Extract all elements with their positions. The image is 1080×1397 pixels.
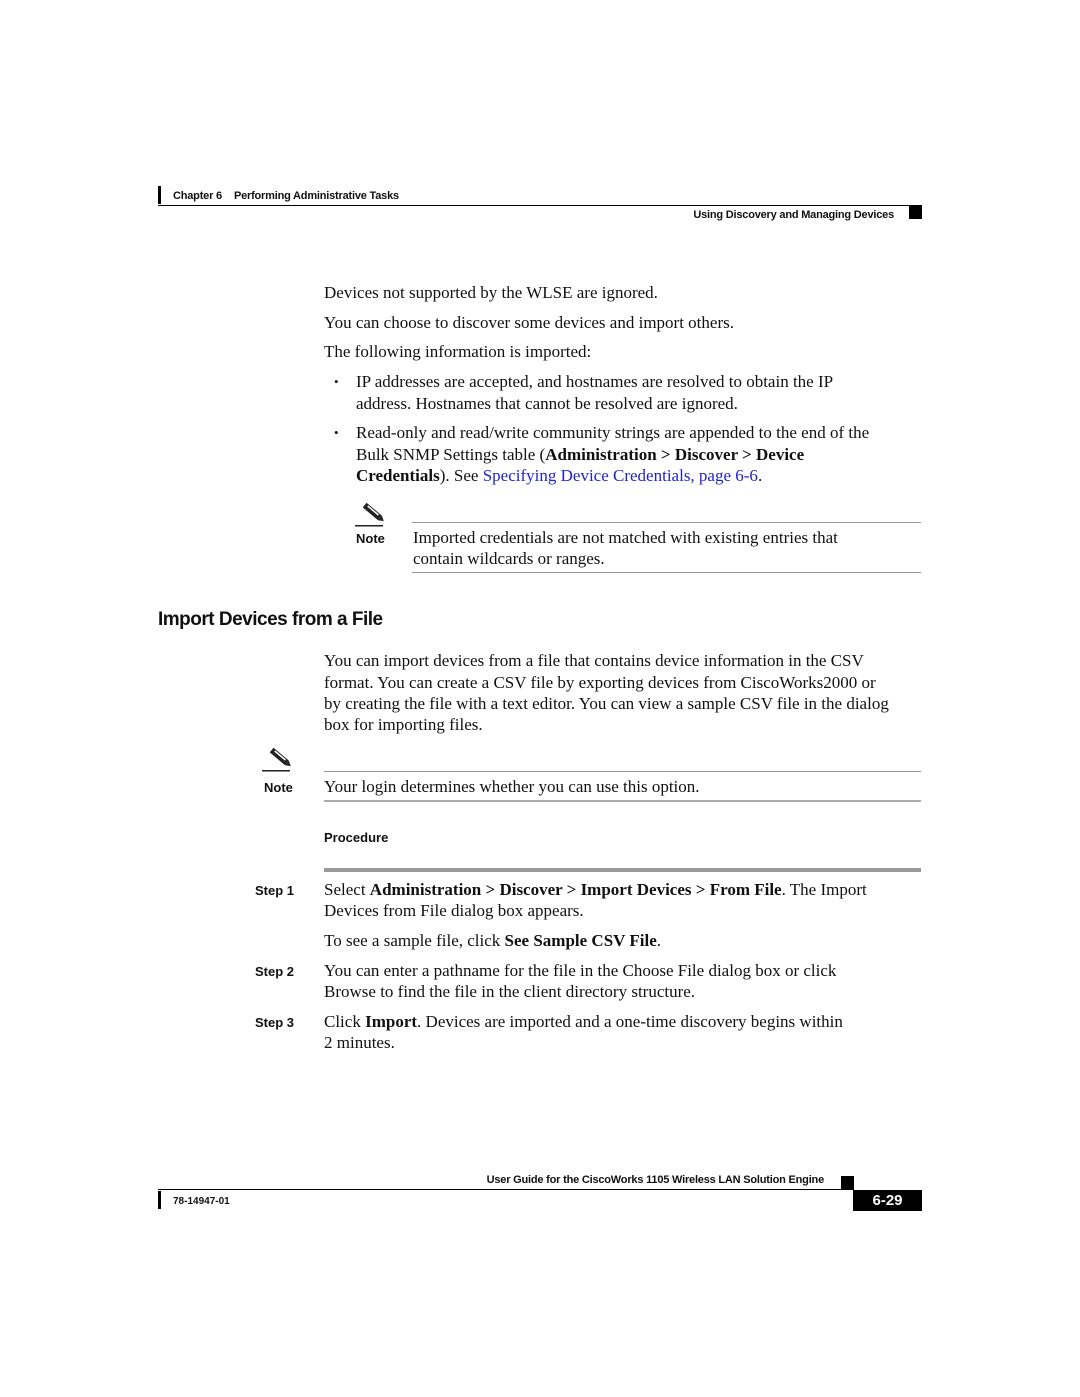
step-text: Devices from File dialog box appears. — [324, 901, 584, 920]
step-text: Click Import. Devices are imported and a… — [324, 1011, 843, 1032]
text: To see a sample file, click — [324, 931, 505, 950]
bullet-icon: • — [334, 374, 339, 389]
text: . — [656, 931, 662, 950]
menu-path: Administration > Discover > Device — [545, 445, 805, 464]
footer-title: User Guide for the CiscoWorks 1105 Wirel… — [486, 1174, 825, 1186]
text: . Devices are imported and a one-time di… — [417, 1012, 843, 1031]
footer-left-bar — [158, 1191, 161, 1209]
list-item-line: address. Hostnames that cannot be resolv… — [356, 394, 738, 413]
text: . The Import — [781, 880, 867, 899]
paragraph-line: format. You can create a CSV file by exp… — [324, 673, 876, 692]
header-rule — [158, 205, 922, 206]
list-item-line: Bulk SNMP Settings table (Administration… — [356, 444, 804, 465]
header-marker-block — [909, 206, 922, 219]
procedure-label: Procedure — [324, 830, 389, 845]
doc-number: 78-14947-01 — [173, 1196, 230, 1207]
note-top-rule — [412, 522, 921, 523]
pencil-icon — [262, 747, 291, 772]
running-header-chapter: Chapter 6 Performing Administrative Tasks — [173, 190, 399, 202]
header-left-bar — [158, 186, 161, 204]
paragraph-line: You can import devices from a file that … — [324, 651, 864, 670]
step-label: Step 3 — [255, 1015, 295, 1030]
step-text: Browse to find the file in the client di… — [324, 982, 696, 1001]
paragraph-line: box for importing files. — [324, 715, 483, 734]
text: Click — [324, 1012, 366, 1031]
paragraph: The following information is imported: — [324, 342, 592, 361]
step-text: Select Administration > Discover > Impor… — [324, 879, 867, 900]
text: . — [757, 466, 763, 485]
pencil-icon — [355, 502, 384, 527]
footer-marker-block — [841, 1176, 854, 1190]
note-text: Imported credentials are not matched wit… — [413, 528, 838, 547]
text: Bulk SNMP Settings table ( — [356, 445, 546, 464]
chapter-title: Performing Administrative Tasks — [233, 190, 399, 202]
note-top-rule — [324, 771, 921, 772]
ui-reference: See Sample CSV File — [504, 931, 657, 950]
step-label: Step 2 — [255, 964, 295, 979]
list-item-line: Credentials). See Specifying Device Cred… — [356, 465, 762, 486]
text: ). See — [439, 466, 483, 485]
running-header-section: Using Discovery and Managing Devices — [693, 209, 894, 221]
note-bottom-rule — [412, 572, 921, 573]
list-item-line: IP addresses are accepted, and hostnames… — [356, 372, 834, 391]
section-heading: Import Devices from a File — [158, 609, 383, 630]
paragraph: Devices not supported by the WLSE are ig… — [324, 283, 658, 302]
procedure-rule — [324, 868, 921, 872]
step-text: You can enter a pathname for the file in… — [324, 961, 837, 980]
note-label: Note — [356, 531, 385, 546]
ui-reference: Import — [365, 1012, 418, 1031]
step-subtext: To see a sample file, click See Sample C… — [324, 930, 661, 951]
note-label: Note — [264, 780, 293, 795]
note-text: contain wildcards or ranges. — [413, 549, 605, 568]
menu-path: Administration > Discover > Import Devic… — [369, 880, 782, 899]
list-item-line: Read-only and read/write community strin… — [356, 423, 870, 442]
paragraph: You can choose to discover some devices … — [324, 313, 734, 332]
step-text: 2 minutes. — [324, 1033, 395, 1052]
page-number: 6-29 — [853, 1190, 922, 1211]
step-label: Step 1 — [255, 883, 295, 898]
chapter-number: Chapter 6 — [173, 190, 222, 202]
note-bottom-rule — [324, 800, 921, 802]
paragraph-line: by creating the file with a text editor.… — [324, 694, 889, 713]
note-text: Your login determines whether you can us… — [324, 777, 700, 796]
footer-rule — [158, 1189, 854, 1190]
cross-reference-link[interactable]: Specifying Device Credentials, page 6-6 — [483, 466, 758, 485]
text: Select — [324, 880, 370, 899]
bullet-icon: • — [334, 425, 339, 440]
menu-path: Credentials — [356, 466, 440, 485]
